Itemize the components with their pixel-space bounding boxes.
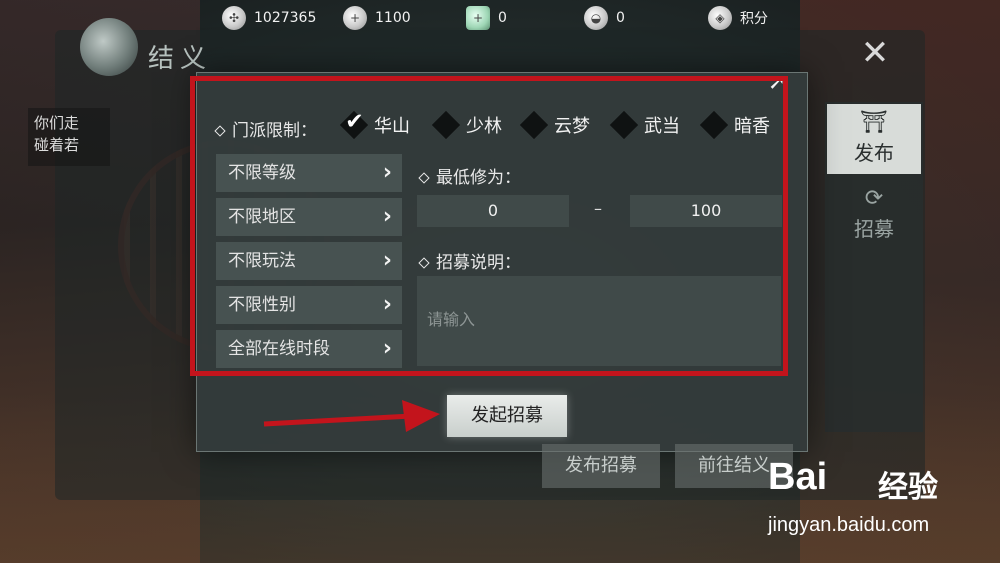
tab-publish-label: 发布: [854, 141, 894, 165]
description-label: 招募说明：: [418, 248, 521, 273]
resource-silver: + 1100: [343, 6, 411, 30]
recruit-swirl-icon: ⟳: [864, 186, 884, 211]
resource-film: ✣ 1027365: [222, 6, 316, 30]
school-option-wudang[interactable]: 武当: [609, 110, 680, 140]
filter-label: 不限玩法: [228, 251, 296, 271]
checkbox-icon: [609, 110, 639, 140]
school-option-huashan[interactable]: 华山: [339, 110, 410, 140]
diamond-bullet-icon: [418, 257, 430, 269]
school-option-shaolin[interactable]: 少林: [431, 110, 502, 140]
filter-level-button[interactable]: 不限等级 ›: [216, 154, 402, 192]
filter-gender-button[interactable]: 不限性别 ›: [216, 286, 402, 324]
min-cultivation-text: 最低修为：: [436, 168, 521, 188]
silver-ingot-plus-icon: +: [343, 6, 367, 30]
side-tab-column: ⛩ 发布 ⟳ 招募: [825, 102, 923, 432]
film-reel-icon: ✣: [222, 6, 246, 30]
diamond-bullet-icon: [418, 172, 430, 184]
diamond-bullet-icon: [214, 125, 226, 137]
red-arrow-annotation: [263, 400, 440, 432]
filter-online-time-button[interactable]: 全部在线时段 ›: [216, 330, 402, 368]
school-restriction-label: 门派限制：: [214, 116, 317, 141]
resource-silver-value: 1100: [375, 10, 411, 26]
chevron-right-icon: ›: [382, 160, 392, 185]
min-cultivation-to-input[interactable]: 100: [630, 195, 782, 227]
school-name: 少林: [466, 116, 502, 137]
launch-recruit-button[interactable]: 发起招募: [447, 395, 567, 437]
school-restriction-text: 门派限制：: [232, 121, 317, 141]
resource-jade: + 0: [466, 6, 507, 30]
school-name: 暗香: [734, 116, 770, 137]
title-emblem-icon: [80, 18, 138, 76]
chevron-right-icon: ›: [382, 248, 392, 273]
description-input[interactable]: 请输入: [417, 276, 781, 366]
resource-jade-value: 0: [498, 10, 507, 26]
checkbox-checked-icon: [339, 110, 369, 140]
min-cultivation-from-input[interactable]: 0: [417, 195, 569, 227]
filter-label: 不限等级: [228, 163, 296, 183]
panel-title: 结义: [148, 44, 213, 74]
school-name: 武当: [644, 116, 680, 137]
chevron-right-icon: ›: [382, 204, 392, 229]
filter-region-button[interactable]: 不限地区 ›: [216, 198, 402, 236]
gold-ingot-icon: ◒: [584, 6, 608, 30]
school-name: 云梦: [554, 116, 590, 137]
checkbox-icon: [431, 110, 461, 140]
pavilion-icon: ⛩: [860, 110, 888, 135]
filter-gameplay-button[interactable]: 不限玩法 ›: [216, 242, 402, 280]
description-text: 招募说明：: [436, 253, 521, 273]
expand-arrow-icon[interactable]: ➚: [768, 70, 786, 95]
checkbox-icon: [519, 110, 549, 140]
chevron-right-icon: ›: [382, 292, 392, 317]
watermark-text: 经验: [878, 470, 938, 505]
filter-label: 不限地区: [228, 207, 296, 227]
watermark-url: jingyan.baidu.com: [768, 514, 930, 536]
publish-recruit-button[interactable]: 发布招募: [542, 444, 660, 488]
tab-recruit-label: 招募: [854, 217, 894, 241]
school-option-anxiang[interactable]: 暗香: [699, 110, 770, 140]
school-name: 华山: [374, 116, 410, 137]
resource-film-value: 1027365: [254, 10, 317, 26]
resource-gold-value: 0: [616, 10, 625, 26]
min-cultivation-label: 最低修为：: [418, 163, 521, 188]
filter-label: 不限性别: [228, 295, 296, 315]
chat-preview[interactable]: 你们走 碰着若: [28, 108, 110, 166]
range-dash: –: [594, 199, 602, 218]
baidu-logo: Bai: [768, 456, 828, 498]
resource-points: ◈ 积分: [708, 6, 768, 30]
school-option-yunmeng[interactable]: 云梦: [519, 110, 590, 140]
resource-gold: ◒ 0: [584, 6, 625, 30]
checkbox-icon: [699, 110, 729, 140]
filter-label: 全部在线时段: [228, 339, 330, 359]
jade-ticket-icon: +: [466, 6, 490, 30]
close-icon: ✕: [860, 33, 890, 73]
baidu-jingyan-watermark: Bai 经验 jingyan.baidu.com: [768, 456, 988, 546]
chevron-right-icon: ›: [382, 336, 392, 361]
resource-points-label: 积分: [740, 11, 768, 27]
tab-recruit[interactable]: ⟳ 招募: [827, 180, 921, 250]
tab-publish[interactable]: ⛩ 发布: [827, 104, 921, 174]
shield-badge-icon: ◈: [708, 6, 732, 30]
close-button[interactable]: ✕: [855, 33, 895, 73]
